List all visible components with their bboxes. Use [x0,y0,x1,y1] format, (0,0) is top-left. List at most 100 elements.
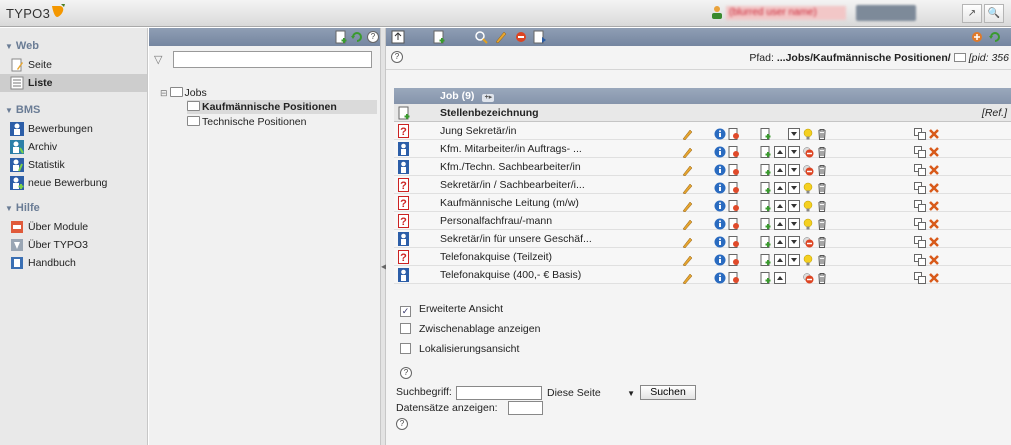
new-after-icon[interactable] [760,164,772,176]
edit-pencil-icon[interactable] [682,128,694,140]
module-item-handbuch[interactable]: Handbuch [0,254,147,272]
new-after-icon[interactable] [760,218,772,230]
move-down-icon[interactable] [788,200,800,212]
search-scope-select[interactable]: Diese Seite ▼ [546,386,638,400]
move-up-icon[interactable] [774,164,786,176]
edit-pencil-icon[interactable] [682,164,694,176]
cut-icon[interactable] [928,254,940,266]
info-icon[interactable] [714,164,726,176]
delete-icon[interactable] [816,236,828,248]
move-up-icon[interactable] [774,218,786,230]
row-title[interactable]: Telefonakquise (Teilzeit) [440,251,552,263]
help-icon[interactable]: ? [400,367,412,379]
table-row[interactable]: ? Jung Sekretär/in [394,122,1011,140]
info-icon[interactable] [714,272,726,284]
delete-icon[interactable] [816,254,828,266]
checkbox-zwischenablage[interactable] [400,323,411,334]
table-row[interactable]: ? Telefonakquise (Teilzeit) [394,248,1011,266]
edit-pencil-icon[interactable] [682,200,694,212]
module-group-hilfe[interactable]: ▼ Hilfe [0,198,147,218]
lightbulb-icon[interactable] [802,128,814,140]
move-down-icon[interactable] [788,164,800,176]
delete-icon[interactable] [816,218,828,230]
row-title[interactable]: Kfm./Techn. Sachbearbeiter/in [440,161,581,173]
upload-icon[interactable] [391,30,405,44]
history-icon[interactable] [728,128,740,140]
move-up-icon[interactable] [774,254,786,266]
new-after-icon[interactable] [760,200,772,212]
row-title[interactable]: Kfm. Mitarbeiter/in Auftrags- ... [440,143,582,155]
module-item-neue-bewerbung[interactable]: neue Bewerbung [0,174,147,192]
table-row[interactable]: Kfm. Mitarbeiter/in Auftrags- ... [394,140,1011,158]
lightbulb-icon[interactable] [802,200,814,212]
module-item-archiv[interactable]: Archiv [0,138,147,156]
move-up-icon[interactable] [774,236,786,248]
table-row[interactable]: ? Personalfachfrau/-mann [394,212,1011,230]
table-row[interactable]: Telefonakquise (400,- € Basis) [394,266,1011,284]
new-record-icon[interactable] [398,106,410,120]
user-icon[interactable] [711,5,723,19]
move-page-icon[interactable] [533,30,547,44]
move-down-icon[interactable] [788,146,800,158]
history-icon[interactable] [728,254,740,266]
row-title[interactable]: Personalfachfrau/-mann [440,215,552,227]
copy-icon[interactable] [914,164,926,176]
user-name[interactable]: (blurred user name) [726,6,846,20]
table-row[interactable]: ? Kaufmännische Leitung (m/w) [394,194,1011,212]
info-icon[interactable] [714,236,726,248]
table-row[interactable]: Kfm./Techn. Sachbearbeiter/in [394,158,1011,176]
refresh-icon[interactable] [350,30,364,44]
history-icon[interactable] [728,218,740,230]
delete-icon[interactable] [816,182,828,194]
edit-pencil-icon[interactable] [682,272,694,284]
history-icon[interactable] [728,236,740,248]
copy-icon[interactable] [914,272,926,284]
new-after-icon[interactable] [760,272,772,284]
module-item-bewerbungen[interactable]: Bewerbungen [0,120,147,138]
cut-icon[interactable] [928,182,940,194]
new-after-icon[interactable] [760,146,772,158]
info-icon[interactable] [714,128,726,140]
hide-icon[interactable] [802,164,814,176]
row-title[interactable]: Jung Sekretär/in [440,125,516,137]
help-icon[interactable]: ? [396,418,408,430]
copy-icon[interactable] [914,236,926,248]
lightbulb-icon[interactable] [802,218,814,230]
row-title[interactable]: Telefonakquise (400,- € Basis) [440,269,581,281]
copy-icon[interactable] [914,182,926,194]
move-down-icon[interactable] [788,128,800,140]
history-icon[interactable] [728,272,740,284]
list-table-header[interactable]: Job (9) +▸ [394,88,1011,104]
copy-icon[interactable] [914,146,926,158]
module-group-web[interactable]: ▼ Web [0,36,147,56]
tree-filter-input[interactable] [173,51,372,68]
reload-icon[interactable] [988,30,1002,44]
delete-icon[interactable] [816,200,828,212]
info-icon[interactable] [714,200,726,212]
copy-icon[interactable] [914,254,926,266]
history-icon[interactable] [728,182,740,194]
module-item-statistik[interactable]: Statistik [0,156,147,174]
info-icon[interactable] [714,182,726,194]
delete-icon[interactable] [816,128,828,140]
move-down-icon[interactable] [788,254,800,266]
copy-icon[interactable] [914,200,926,212]
copy-icon[interactable] [914,128,926,140]
help-icon[interactable]: ? [367,31,379,43]
edit-pencil-icon[interactable] [682,254,694,266]
new-after-icon[interactable] [760,236,772,248]
module-item-liste[interactable]: Liste [0,74,147,92]
view-page-icon[interactable] [474,30,488,44]
cut-icon[interactable] [928,164,940,176]
module-item-seite[interactable]: Seite [0,56,147,74]
copy-icon[interactable] [914,218,926,230]
edit-pencil-icon[interactable] [682,218,694,230]
search-icon[interactable]: 🔍 [984,4,1004,23]
shortcut-icon[interactable] [970,30,984,44]
row-title[interactable]: Sekretär/in für unsere Geschäf... [440,233,592,245]
new-page-icon[interactable] [334,30,348,44]
cut-icon[interactable] [928,200,940,212]
move-down-icon[interactable] [788,182,800,194]
info-icon[interactable] [714,218,726,230]
search-button[interactable]: Suchen [640,385,696,400]
